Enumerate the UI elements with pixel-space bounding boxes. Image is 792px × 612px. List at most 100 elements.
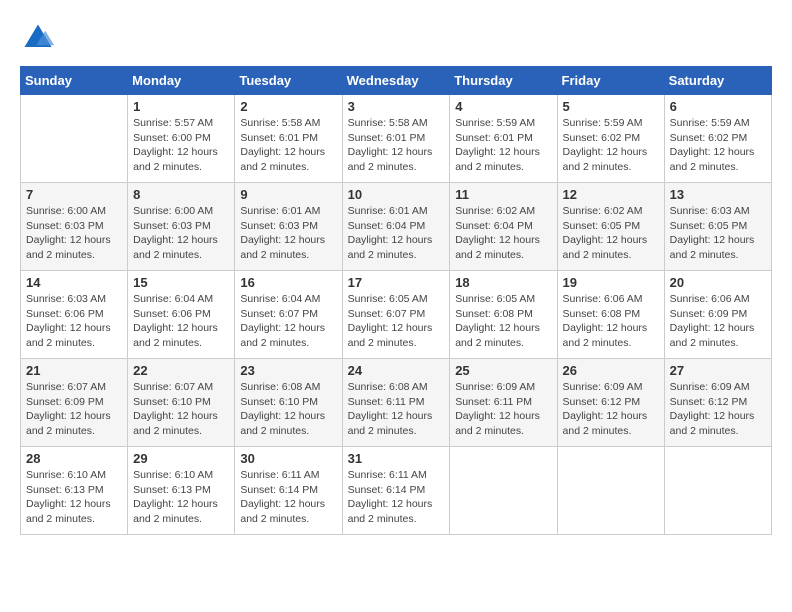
- day-info: Sunrise: 6:01 AM Sunset: 6:03 PM Dayligh…: [240, 204, 336, 263]
- day-info: Sunrise: 6:04 AM Sunset: 6:06 PM Dayligh…: [133, 292, 229, 351]
- day-number: 31: [348, 451, 445, 466]
- calendar-cell: [664, 447, 771, 535]
- calendar-cell: 13 Sunrise: 6:03 AM Sunset: 6:05 PM Dayli…: [664, 183, 771, 271]
- calendar-cell: 11 Sunrise: 6:02 AM Sunset: 6:04 PM Dayli…: [450, 183, 557, 271]
- calendar-cell: 27 Sunrise: 6:09 AM Sunset: 6:12 PM Dayli…: [664, 359, 771, 447]
- day-number: 1: [133, 99, 229, 114]
- day-info: Sunrise: 6:06 AM Sunset: 6:09 PM Dayligh…: [670, 292, 766, 351]
- day-info: Sunrise: 5:57 AM Sunset: 6:00 PM Dayligh…: [133, 116, 229, 175]
- day-number: 4: [455, 99, 551, 114]
- calendar-cell: 15 Sunrise: 6:04 AM Sunset: 6:06 PM Dayli…: [128, 271, 235, 359]
- day-number: 29: [133, 451, 229, 466]
- calendar-cell: 3 Sunrise: 5:58 AM Sunset: 6:01 PM Daylig…: [342, 95, 450, 183]
- day-info: Sunrise: 6:05 AM Sunset: 6:08 PM Dayligh…: [455, 292, 551, 351]
- day-number: 30: [240, 451, 336, 466]
- calendar-cell: 28 Sunrise: 6:10 AM Sunset: 6:13 PM Dayli…: [21, 447, 128, 535]
- day-info: Sunrise: 6:05 AM Sunset: 6:07 PM Dayligh…: [348, 292, 445, 351]
- calendar-cell: 24Sunrise: 6:08 AM Sunset: 6:11 PM Dayli…: [342, 359, 450, 447]
- day-info: Sunrise: 6:07 AM Sunset: 6:09 PM Dayligh…: [26, 380, 122, 439]
- calendar-cell: 14 Sunrise: 6:03 AM Sunset: 6:06 PM Dayli…: [21, 271, 128, 359]
- day-number: 14: [26, 275, 122, 290]
- day-number: 10: [348, 187, 445, 202]
- calendar-week-row: 28 Sunrise: 6:10 AM Sunset: 6:13 PM Dayli…: [21, 447, 772, 535]
- calendar-cell: [557, 447, 664, 535]
- calendar-cell: 26 Sunrise: 6:09 AM Sunset: 6:12 PM Dayli…: [557, 359, 664, 447]
- day-info: Sunrise: 6:11 AM Sunset: 6:14 PM Dayligh…: [240, 468, 336, 527]
- calendar-cell: 18 Sunrise: 6:05 AM Sunset: 6:08 PM Dayli…: [450, 271, 557, 359]
- calendar-cell: 7 Sunrise: 6:00 AM Sunset: 6:03 PM Daylig…: [21, 183, 128, 271]
- page-header: [20, 20, 772, 56]
- day-number: 7: [26, 187, 122, 202]
- calendar-header-wednesday: Wednesday: [342, 67, 450, 95]
- calendar-cell: 12Sunrise: 6:02 AM Sunset: 6:05 PM Dayli…: [557, 183, 664, 271]
- day-info: Sunrise: 6:00 AM Sunset: 6:03 PM Dayligh…: [26, 204, 122, 263]
- day-info: Sunrise: 6:02 AM Sunset: 6:04 PM Dayligh…: [455, 204, 551, 263]
- calendar-cell: 4 Sunrise: 5:59 AM Sunset: 6:01 PM Daylig…: [450, 95, 557, 183]
- day-number: 19: [563, 275, 659, 290]
- day-info: Sunrise: 5:59 AM Sunset: 6:01 PM Dayligh…: [455, 116, 551, 175]
- calendar-cell: 30 Sunrise: 6:11 AM Sunset: 6:14 PM Dayli…: [235, 447, 342, 535]
- calendar-header-thursday: Thursday: [450, 67, 557, 95]
- calendar-cell: 23 Sunrise: 6:08 AM Sunset: 6:10 PM Dayli…: [235, 359, 342, 447]
- day-info: Sunrise: 5:58 AM Sunset: 6:01 PM Dayligh…: [240, 116, 336, 175]
- calendar-cell: 6 Sunrise: 5:59 AM Sunset: 6:02 PM Daylig…: [664, 95, 771, 183]
- day-info: Sunrise: 6:10 AM Sunset: 6:13 PM Dayligh…: [26, 468, 122, 527]
- day-number: 11: [455, 187, 551, 202]
- calendar-header-sunday: Sunday: [21, 67, 128, 95]
- day-number: 27: [670, 363, 766, 378]
- day-info: Sunrise: 6:09 AM Sunset: 6:12 PM Dayligh…: [670, 380, 766, 439]
- day-info: Sunrise: 5:59 AM Sunset: 6:02 PM Dayligh…: [670, 116, 766, 175]
- calendar-cell: 8Sunrise: 6:00 AM Sunset: 6:03 PM Daylig…: [128, 183, 235, 271]
- day-number: 18: [455, 275, 551, 290]
- day-info: Sunrise: 6:06 AM Sunset: 6:08 PM Dayligh…: [563, 292, 659, 351]
- day-number: 21: [26, 363, 122, 378]
- calendar-cell: [450, 447, 557, 535]
- day-number: 15: [133, 275, 229, 290]
- day-info: Sunrise: 6:08 AM Sunset: 6:11 PM Dayligh…: [348, 380, 445, 439]
- calendar-week-row: 1 Sunrise: 5:57 AM Sunset: 6:00 PM Daylig…: [21, 95, 772, 183]
- day-info: Sunrise: 6:03 AM Sunset: 6:05 PM Dayligh…: [670, 204, 766, 263]
- day-info: Sunrise: 6:09 AM Sunset: 6:12 PM Dayligh…: [563, 380, 659, 439]
- day-info: Sunrise: 6:01 AM Sunset: 6:04 PM Dayligh…: [348, 204, 445, 263]
- day-number: 3: [348, 99, 445, 114]
- calendar-week-row: 7 Sunrise: 6:00 AM Sunset: 6:03 PM Daylig…: [21, 183, 772, 271]
- calendar-cell: 22Sunrise: 6:07 AM Sunset: 6:10 PM Dayli…: [128, 359, 235, 447]
- day-info: Sunrise: 5:58 AM Sunset: 6:01 PM Dayligh…: [348, 116, 445, 175]
- day-number: 2: [240, 99, 336, 114]
- day-info: Sunrise: 6:10 AM Sunset: 6:13 PM Dayligh…: [133, 468, 229, 527]
- logo-icon: [20, 20, 56, 56]
- calendar-cell: 9 Sunrise: 6:01 AM Sunset: 6:03 PM Daylig…: [235, 183, 342, 271]
- day-info: Sunrise: 6:11 AM Sunset: 6:14 PM Dayligh…: [348, 468, 445, 527]
- calendar-cell: 17 Sunrise: 6:05 AM Sunset: 6:07 PM Dayli…: [342, 271, 450, 359]
- day-number: 25: [455, 363, 551, 378]
- calendar-cell: 29 Sunrise: 6:10 AM Sunset: 6:13 PM Dayli…: [128, 447, 235, 535]
- calendar-header-friday: Friday: [557, 67, 664, 95]
- day-number: 6: [670, 99, 766, 114]
- day-info: Sunrise: 5:59 AM Sunset: 6:02 PM Dayligh…: [563, 116, 659, 175]
- calendar-cell: 10 Sunrise: 6:01 AM Sunset: 6:04 PM Dayli…: [342, 183, 450, 271]
- day-info: Sunrise: 6:08 AM Sunset: 6:10 PM Dayligh…: [240, 380, 336, 439]
- calendar-cell: [21, 95, 128, 183]
- day-info: Sunrise: 6:09 AM Sunset: 6:11 PM Dayligh…: [455, 380, 551, 439]
- day-number: 17: [348, 275, 445, 290]
- calendar-cell: 1 Sunrise: 5:57 AM Sunset: 6:00 PM Daylig…: [128, 95, 235, 183]
- calendar-cell: 31 Sunrise: 6:11 AM Sunset: 6:14 PM Dayli…: [342, 447, 450, 535]
- day-info: Sunrise: 6:07 AM Sunset: 6:10 PM Dayligh…: [133, 380, 229, 439]
- day-number: 28: [26, 451, 122, 466]
- day-number: 23: [240, 363, 336, 378]
- day-number: 5: [563, 99, 659, 114]
- day-number: 16: [240, 275, 336, 290]
- calendar-cell: 5 Sunrise: 5:59 AM Sunset: 6:02 PM Daylig…: [557, 95, 664, 183]
- calendar-cell: 20Sunrise: 6:06 AM Sunset: 6:09 PM Dayli…: [664, 271, 771, 359]
- day-number: 13: [670, 187, 766, 202]
- calendar-cell: 19 Sunrise: 6:06 AM Sunset: 6:08 PM Dayli…: [557, 271, 664, 359]
- calendar-header-monday: Monday: [128, 67, 235, 95]
- day-info: Sunrise: 6:03 AM Sunset: 6:06 PM Dayligh…: [26, 292, 122, 351]
- calendar-cell: 21 Sunrise: 6:07 AM Sunset: 6:09 PM Dayli…: [21, 359, 128, 447]
- calendar-header-saturday: Saturday: [664, 67, 771, 95]
- day-number: 26: [563, 363, 659, 378]
- calendar-cell: 2 Sunrise: 5:58 AM Sunset: 6:01 PM Daylig…: [235, 95, 342, 183]
- day-number: 9: [240, 187, 336, 202]
- logo: [20, 20, 60, 56]
- calendar-cell: 25 Sunrise: 6:09 AM Sunset: 6:11 PM Dayli…: [450, 359, 557, 447]
